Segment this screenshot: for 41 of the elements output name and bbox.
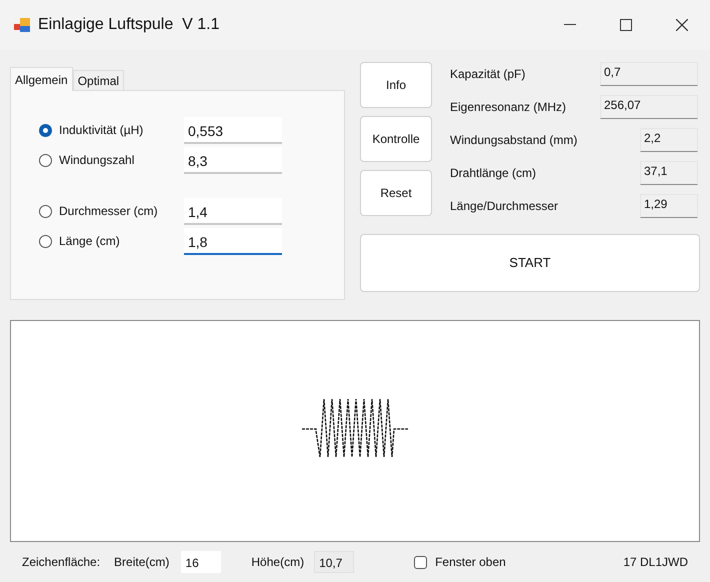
author-label: 17 DL1JWD [623,554,688,571]
result-field: 1,29 [640,194,698,218]
window-title: Einlagige Luftspule V 1.1 [38,15,220,35]
checkbox[interactable] [414,556,428,568]
radio-button[interactable] [39,154,52,166]
result-label: Drahtlänge (cm) [450,165,538,182]
input-field[interactable]: 1,4 [184,198,282,224]
tab[interactable]: Optimal [72,70,124,90]
result-label: Länge/Durchmesser [450,198,560,215]
result-label: Windungsabstand (mm) [450,132,578,149]
result-field: 2,2 [640,128,698,152]
input-field[interactable]: 0,553 [184,116,282,144]
radio-button[interactable] [39,124,52,136]
width-field[interactable]: 16 [181,551,222,573]
field-label: Länge (cm) [59,233,121,250]
input-field[interactable]: 1,8 [184,228,282,254]
result-label: Eigenresonanz (MHz) [450,99,568,116]
input-field[interactable]: 8,3 [184,146,282,174]
maximize-icon[interactable] [620,19,632,31]
close-icon[interactable] [676,19,688,31]
start-button[interactable]: START [360,234,700,292]
tab[interactable]: Allgemein [10,67,73,91]
height-field: 10,7 [314,551,354,573]
field-label: Windungszahl [59,152,136,169]
result-field: 256,07 [600,95,698,119]
radio-button[interactable] [39,204,52,218]
result-label: Kapazität (pF) [450,66,526,83]
checkbox-label: Fenster oben [435,554,506,571]
canvas-label: Zeichenfläche: [22,554,100,571]
minimize-icon[interactable] [564,24,576,26]
field-label: Induktivität (µH) [59,122,144,139]
action-button[interactable]: Info [360,62,432,108]
action-button[interactable]: Reset [360,170,432,216]
action-button[interactable]: Kontrolle [360,116,432,162]
field-label: Durchmesser (cm) [59,203,159,220]
radio-button[interactable] [39,234,52,248]
result-field: 37,1 [640,161,698,185]
app-icon [14,18,30,32]
result-field: 0,7 [600,62,698,86]
width-label: Breite(cm) [114,554,170,571]
height-label: Höhe(cm) [251,554,304,571]
